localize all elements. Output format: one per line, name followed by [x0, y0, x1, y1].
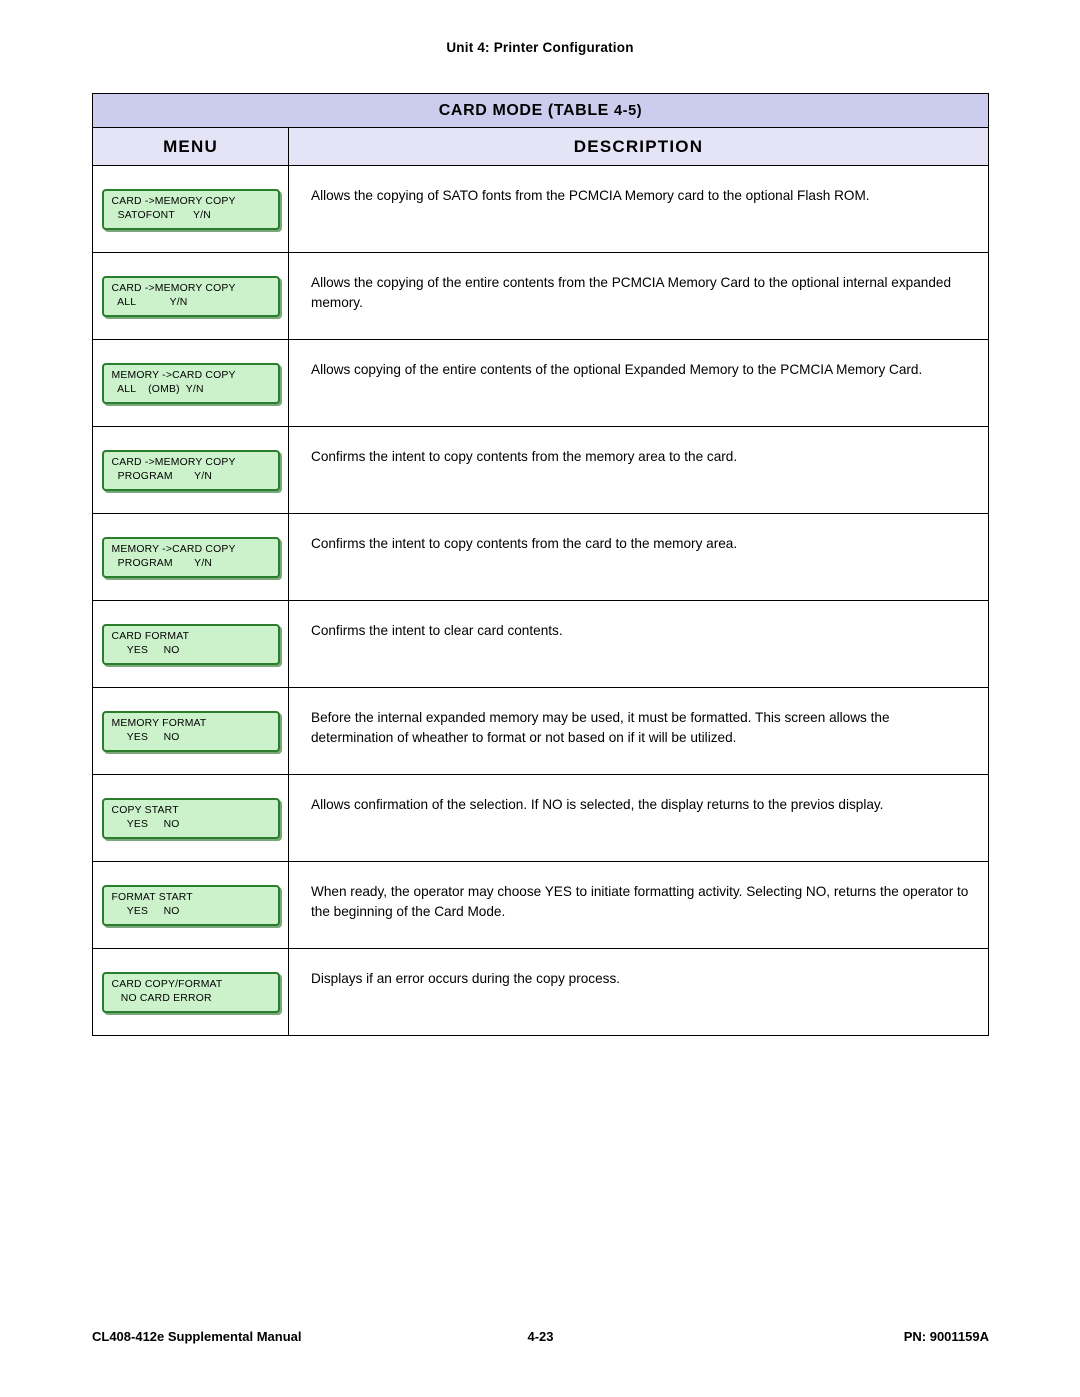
lcd-line-2: NO CARD ERROR	[111, 992, 212, 1004]
page-header: Unit 4: Printer Configuration	[446, 40, 634, 55]
table-row: COPY START YES NO Allows confirmation of…	[93, 775, 988, 862]
lcd-display: FORMAT START YES NO	[101, 884, 280, 926]
lcd-line-1: MEMORY FORMAT	[111, 717, 207, 729]
lcd-line-2: YES NO	[111, 905, 180, 917]
lcd-display: MEMORY ->CARD COPY ALL (OMB) Y/N	[101, 362, 280, 404]
description-cell: Allows confirmation of the selection. If…	[311, 797, 884, 812]
lcd-line-1: MEMORY ->CARD COPY	[111, 543, 236, 555]
lcd-line-1: FORMAT START	[111, 891, 193, 903]
table-row: CARD ->MEMORY COPY ALL Y/N Allows the co…	[93, 253, 988, 340]
page-footer: CL408-412e Supplemental Manual 4-23 PN: …	[92, 1329, 989, 1349]
menu-cell: CARD ->MEMORY COPY SATOFONT Y/N	[93, 166, 289, 252]
lcd-line-1: MEMORY ->CARD COPY	[111, 369, 236, 381]
lcd-line-2: PROGRAM Y/N	[111, 557, 213, 569]
menu-cell: FORMAT START YES NO	[93, 862, 289, 948]
table-row: FORMAT START YES NO When ready, the oper…	[93, 862, 988, 949]
lcd-line-2: ALL (OMB) Y/N	[111, 383, 204, 395]
lcd-line-1: CARD ->MEMORY COPY	[111, 282, 236, 294]
lcd-display: MEMORY ->CARD COPY PROGRAM Y/N	[101, 536, 280, 578]
table-row: MEMORY FORMAT YES NO Before the internal…	[93, 688, 988, 775]
lcd-line-2: SATOFONT Y/N	[111, 209, 211, 221]
lcd-line-1: CARD COPY/FORMAT	[111, 978, 223, 990]
table-title-main: CARD MODE (TABLE	[438, 102, 609, 119]
column-header-description: DESCRIPTION	[573, 137, 704, 156]
footer-part-number: PN: 9001159A	[903, 1329, 989, 1344]
lcd-display: CARD ->MEMORY COPY ALL Y/N	[101, 275, 280, 317]
menu-cell: MEMORY ->CARD COPY ALL (OMB) Y/N	[93, 340, 289, 426]
card-mode-table: CARD MODE (TABLE 4-5) MENU DESCRIPTION C…	[92, 93, 989, 1036]
lcd-line-2: ALL Y/N	[111, 296, 188, 308]
menu-cell: COPY START YES NO	[93, 775, 289, 861]
table-title-number: 4-5)	[614, 103, 643, 119]
menu-cell: CARD ->MEMORY COPY ALL Y/N	[93, 253, 289, 339]
table-row: CARD FORMAT YES NO Confirms the intent t…	[93, 601, 988, 688]
footer-page-number: 4-23	[527, 1329, 554, 1344]
menu-cell: CARD COPY/FORMAT NO CARD ERROR	[93, 949, 289, 1035]
lcd-display: CARD ->MEMORY COPY PROGRAM Y/N	[101, 449, 280, 491]
lcd-line-1: CARD FORMAT	[111, 630, 190, 642]
menu-cell: MEMORY FORMAT YES NO	[93, 688, 289, 774]
menu-cell: CARD FORMAT YES NO	[93, 601, 289, 687]
table-row: CARD COPY/FORMAT NO CARD ERROR Displays …	[93, 949, 988, 1035]
table-header-row: MENU DESCRIPTION	[93, 128, 988, 166]
description-cell: Confirms the intent to copy contents fro…	[311, 536, 738, 551]
description-cell: Allows the copying of the entire content…	[311, 275, 952, 310]
table-row: CARD ->MEMORY COPY SATOFONT Y/N Allows t…	[93, 166, 988, 253]
description-cell: Confirms the intent to copy contents fro…	[311, 449, 738, 464]
lcd-display: COPY START YES NO	[101, 797, 280, 839]
description-cell: When ready, the operator may choose YES …	[311, 884, 969, 919]
lcd-line-2: YES NO	[111, 644, 180, 656]
column-header-menu: MENU	[93, 128, 289, 165]
table-row: MEMORY ->CARD COPY PROGRAM Y/N Confirms …	[93, 514, 988, 601]
lcd-line-1: COPY START	[111, 804, 179, 816]
lcd-line-1: CARD ->MEMORY COPY	[111, 195, 236, 207]
table-row: CARD ->MEMORY COPY PROGRAM Y/N Confirms …	[93, 427, 988, 514]
description-cell: Allows the copying of SATO fonts from th…	[311, 188, 870, 203]
description-cell: Before the internal expanded memory may …	[311, 710, 890, 745]
table-row: MEMORY ->CARD COPY ALL (OMB) Y/N Allows …	[93, 340, 988, 427]
table-title: CARD MODE (TABLE 4-5)	[93, 94, 988, 128]
lcd-line-2: PROGRAM Y/N	[111, 470, 213, 482]
lcd-line-2: YES NO	[111, 818, 180, 830]
lcd-line-2: YES NO	[111, 731, 180, 743]
lcd-line-1: CARD ->MEMORY COPY	[111, 456, 236, 468]
description-cell: Confirms the intent to clear card conten…	[311, 623, 563, 638]
lcd-display: CARD COPY/FORMAT NO CARD ERROR	[101, 971, 280, 1013]
description-cell: Displays if an error occurs during the c…	[311, 971, 621, 986]
page: Unit 4: Printer Configuration CARD MODE …	[0, 0, 1080, 1397]
menu-cell: CARD ->MEMORY COPY PROGRAM Y/N	[93, 427, 289, 513]
lcd-display: CARD ->MEMORY COPY SATOFONT Y/N	[101, 188, 280, 230]
lcd-display: CARD FORMAT YES NO	[101, 623, 280, 665]
description-cell: Allows copying of the entire contents of…	[311, 362, 923, 377]
lcd-display: MEMORY FORMAT YES NO	[101, 710, 280, 752]
menu-cell: MEMORY ->CARD COPY PROGRAM Y/N	[93, 514, 289, 600]
